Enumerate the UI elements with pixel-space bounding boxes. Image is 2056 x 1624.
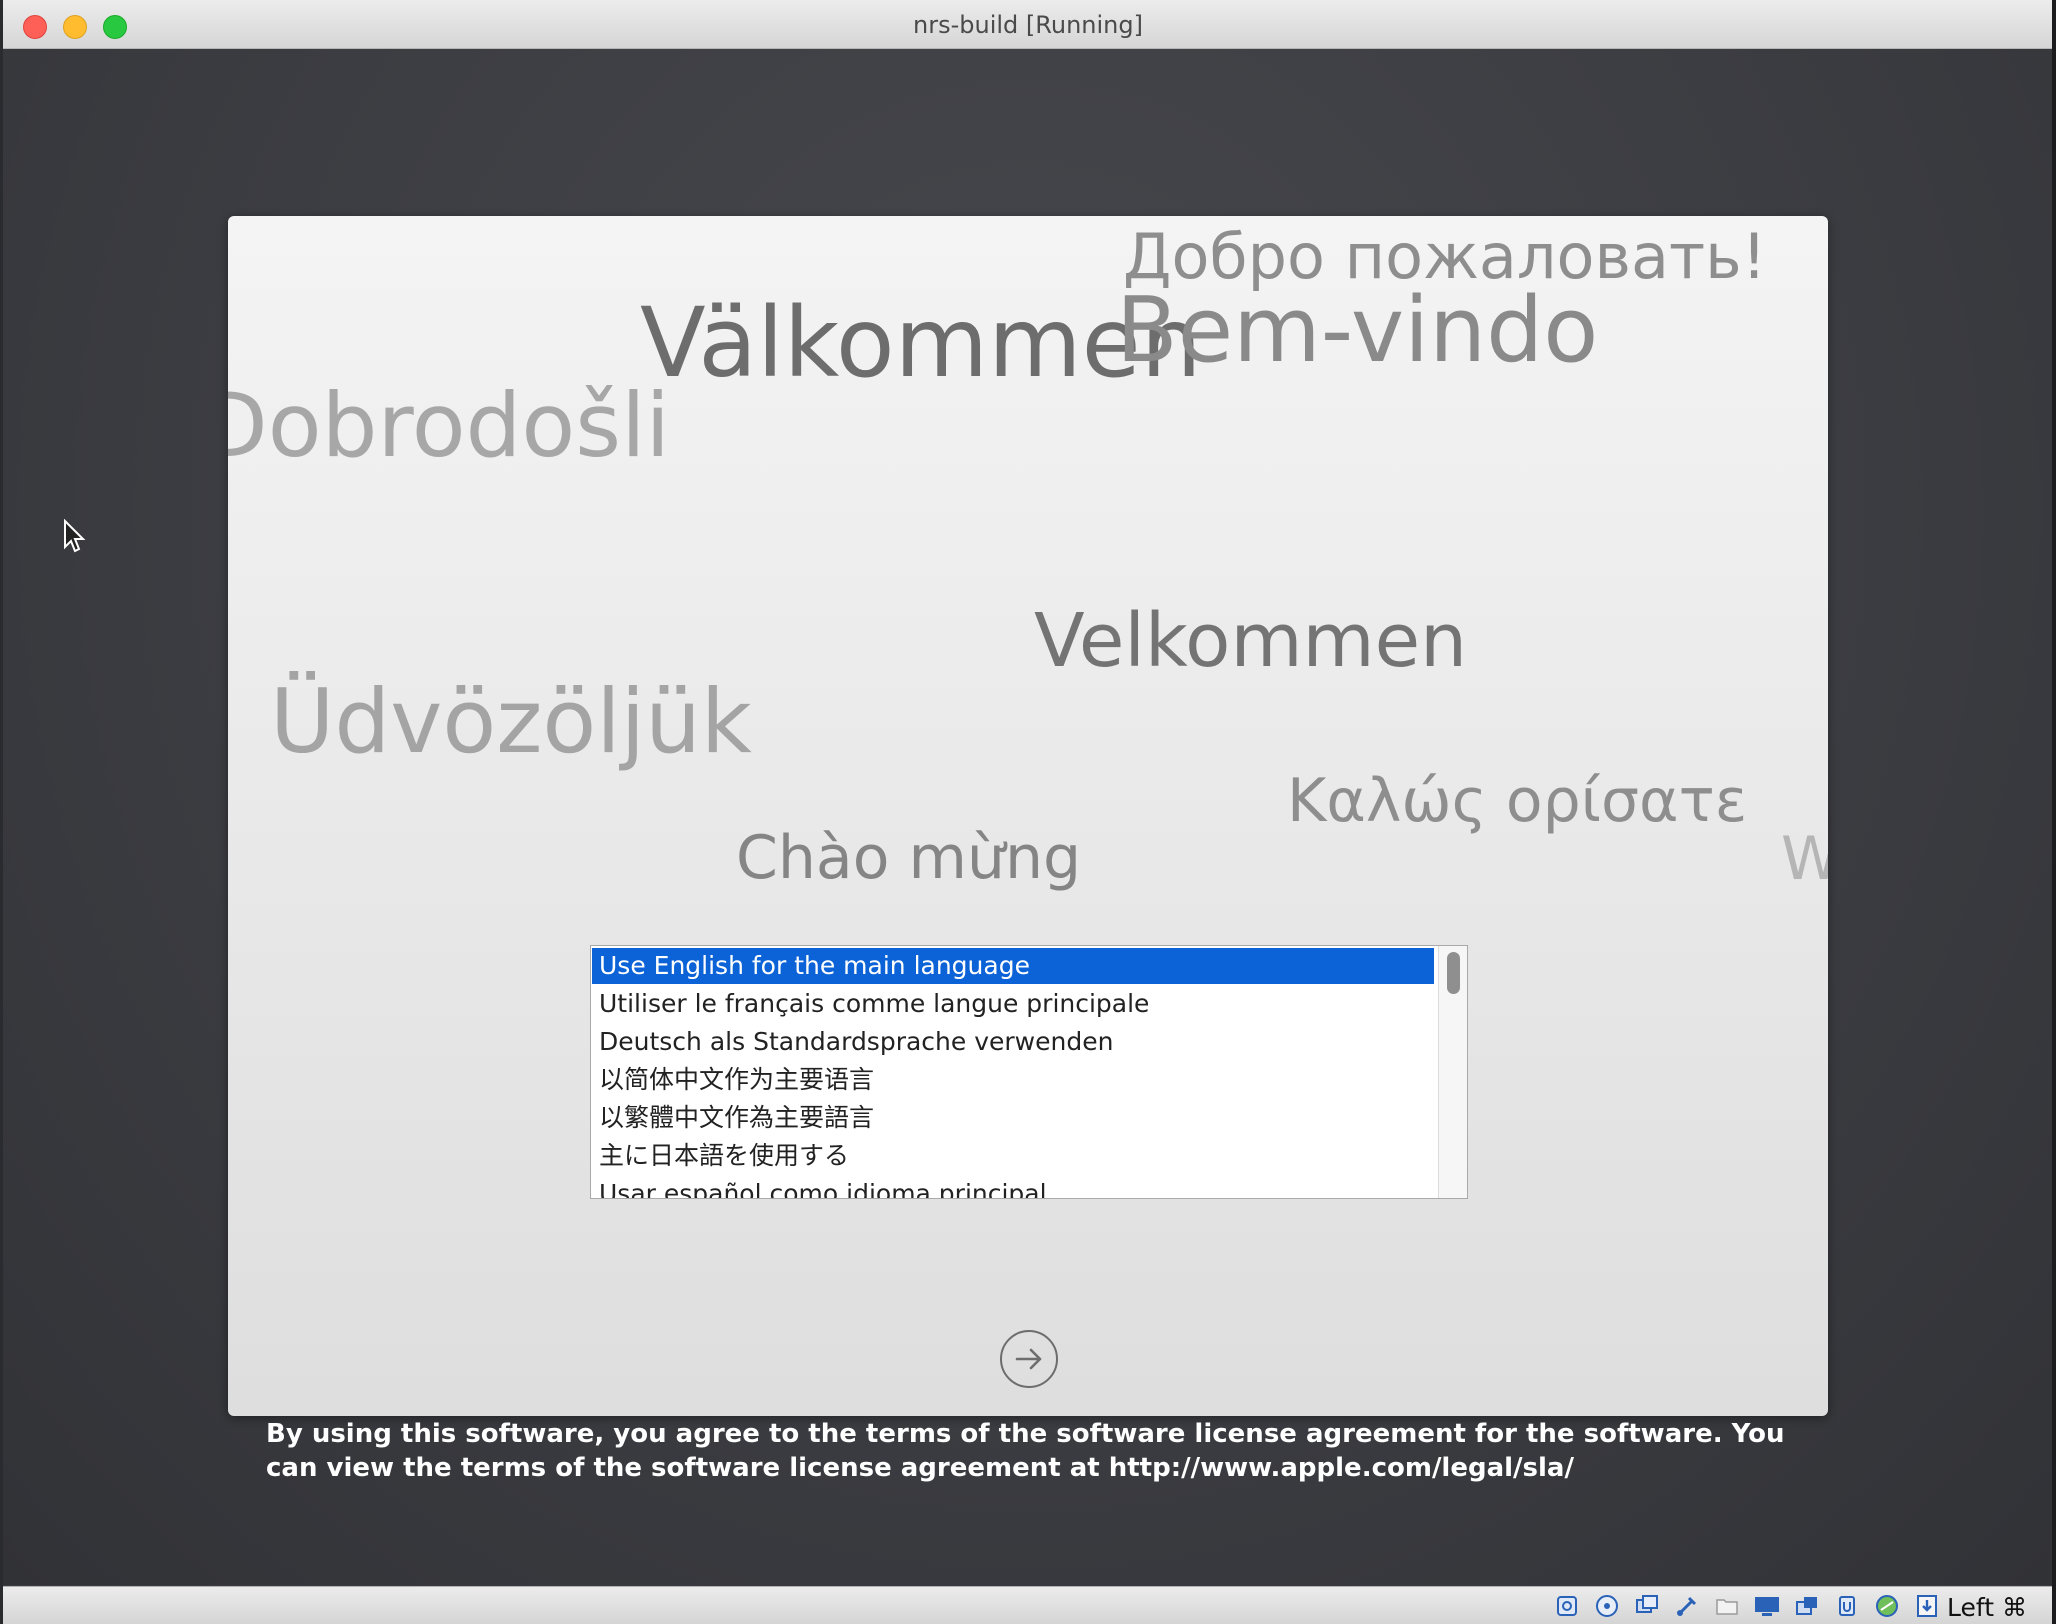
optical-drive-icon[interactable] (1593, 1593, 1621, 1619)
greeting-partial: W (1781, 824, 1828, 894)
greeting-norwegian: Velkommen (1034, 598, 1468, 684)
language-option-spanish[interactable]: Usar español como idioma principal (592, 1176, 1434, 1198)
welcome-panel: Добро пожаловать! Välkommen Bem-vindo Do… (228, 216, 1828, 1416)
language-option-traditional-chinese[interactable]: 以繁體中文作為主要語言 (592, 1100, 1434, 1136)
vm-screen[interactable]: Добро пожаловать! Välkommen Bem-vindo Do… (3, 49, 2053, 1585)
language-option-english[interactable]: Use English for the main language (592, 948, 1434, 984)
language-option-german[interactable]: Deutsch als Standardsprache verwenden (592, 1024, 1434, 1060)
display-icon[interactable] (1753, 1593, 1781, 1619)
usb-icon[interactable] (1673, 1593, 1701, 1619)
host-desktop-edge (2052, 0, 2056, 1624)
hard-disk-icon[interactable] (1553, 1593, 1581, 1619)
host-key-indicator: Left ⌘ (1947, 1593, 2027, 1622)
greeting-greek: Καλώς ορίσατε (1287, 766, 1748, 836)
language-list[interactable]: Use English for the main language Utilis… (590, 945, 1468, 1199)
license-text: By using this software, you agree to the… (266, 1419, 1785, 1483)
mouse-pointer-icon (64, 519, 86, 553)
vm-status-bar: Left ⌘ (3, 1586, 2053, 1624)
greeting-portuguese: Bem-vindo (1116, 278, 1599, 383)
greeting-hungarian: Üdvözöljük (270, 670, 752, 773)
language-list-scrollbar[interactable] (1438, 946, 1467, 1198)
virtualbox-window: nrs-build [Running] Добро пожаловать! Vä… (3, 0, 2053, 1624)
window-title: nrs-build [Running] (913, 11, 1143, 39)
greeting-vietnamese: Chào mừng (736, 823, 1082, 893)
status-icons (1553, 1593, 1941, 1619)
continue-button[interactable] (1000, 1330, 1058, 1388)
language-option-japanese[interactable]: 主に日本語を使用する (592, 1138, 1434, 1174)
title-bar[interactable]: nrs-build [Running] (3, 0, 2053, 49)
network-icon[interactable] (1873, 1593, 1901, 1619)
video-capture-icon[interactable] (1793, 1593, 1821, 1619)
audio-icon[interactable] (1633, 1593, 1661, 1619)
cpu-icon[interactable] (1833, 1593, 1861, 1619)
arrow-right-icon (1015, 1348, 1042, 1370)
language-option-simplified-chinese[interactable]: 以简体中文作为主要语言 (592, 1062, 1434, 1098)
greeting-croatian: Dobrodošli (228, 374, 670, 477)
scrollbar-thumb[interactable] (1447, 952, 1460, 994)
shared-folder-icon[interactable] (1713, 1593, 1741, 1619)
language-option-french[interactable]: Utiliser le français comme langue princi… (592, 986, 1434, 1022)
mouse-integration-icon[interactable] (1913, 1593, 1941, 1619)
